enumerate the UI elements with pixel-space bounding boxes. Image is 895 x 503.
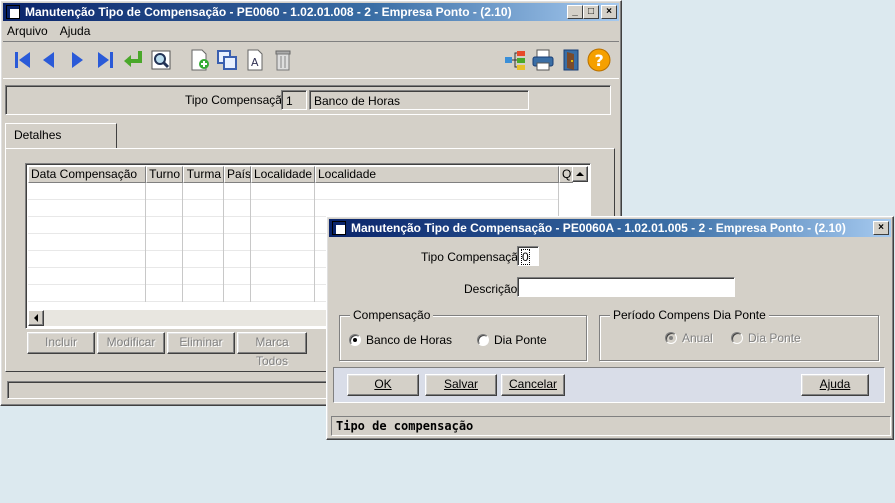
menu-arquivo[interactable]: Arquivo: [7, 24, 48, 38]
descricao-label: Descrição:: [464, 282, 521, 296]
grid-header: Data Compensação Turno Turma País Locali…: [28, 166, 573, 183]
menu-ajuda[interactable]: Ajuda: [60, 24, 91, 38]
descricao-input[interactable]: [517, 277, 735, 297]
last-record-icon[interactable]: [93, 48, 117, 72]
ajuda-button[interactable]: Ajuda: [801, 374, 869, 396]
column-pais[interactable]: País: [224, 166, 251, 183]
table-row: [28, 183, 559, 200]
radio-banco-de-horas[interactable]: Banco de Horas: [349, 333, 452, 347]
dialog-tipo-compensacao-label: Tipo Compensação:: [421, 250, 528, 264]
tipo-compensacao-code: 1: [281, 90, 307, 110]
previous-record-icon[interactable]: [37, 48, 61, 72]
marca-todos-button[interactable]: Marca Todos: [237, 332, 307, 368]
rename-icon[interactable]: A: [243, 48, 267, 72]
main-window-title: Manutenção Tipo de Compensação - PE0060 …: [25, 5, 512, 19]
tipo-value-text: 0: [521, 249, 530, 265]
help-icon[interactable]: ?: [587, 48, 611, 72]
dialog-window: Manutenção Tipo de Compensação - PE0060A…: [326, 216, 894, 440]
ajuda-label: Ajuda: [819, 377, 851, 391]
status-text: Tipo de compensação: [336, 419, 474, 433]
svg-text:?: ?: [595, 51, 604, 70]
cancelar-label: Cancelar: [508, 377, 558, 391]
radio-dia-ponte[interactable]: Dia Ponte: [477, 333, 547, 347]
modificar-button[interactable]: Modificar: [97, 332, 165, 354]
grid-scroll-left-button[interactable]: [28, 310, 44, 326]
radio-label: Anual: [682, 331, 713, 345]
grid-scroll-up-button[interactable]: [572, 166, 588, 182]
cancelar-button[interactable]: Cancelar: [501, 374, 565, 396]
next-record-icon[interactable]: [65, 48, 89, 72]
dialog-app-icon: [332, 221, 346, 235]
copy-icon[interactable]: [215, 48, 239, 72]
main-titlebar[interactable]: Manutenção Tipo de Compensação - PE0060 …: [3, 3, 619, 21]
maximize-button[interactable]: □: [583, 5, 599, 19]
tipo-compensacao-label: Tipo Compensação:: [185, 93, 292, 107]
close-button[interactable]: ×: [601, 5, 617, 19]
dialog-status-bar: Tipo de compensação: [331, 416, 891, 436]
ok-label: OK: [374, 377, 392, 391]
dialog-close-button[interactable]: ×: [873, 221, 889, 235]
column-localidade-code[interactable]: Localidade: [251, 166, 315, 183]
radio-dot: [731, 332, 743, 344]
printer-icon[interactable]: [531, 48, 555, 72]
radio-label: Banco de Horas: [366, 333, 453, 347]
return-icon[interactable]: [121, 48, 145, 72]
compensacao-group-title: Compensação: [350, 308, 434, 322]
svg-text:A: A: [251, 56, 259, 69]
app-icon: [6, 5, 20, 19]
exit-door-icon[interactable]: [559, 48, 583, 72]
dialog-window-title: Manutenção Tipo de Compensação - PE0060A…: [351, 221, 846, 235]
tree-view-icon[interactable]: [503, 48, 527, 72]
radio-label: Dia Ponte: [494, 333, 547, 347]
column-turma[interactable]: Turma: [183, 166, 224, 183]
new-document-icon[interactable]: [187, 48, 211, 72]
search-record-icon[interactable]: [149, 48, 173, 72]
tab-detalhes-label: Detalhes: [14, 128, 62, 142]
arrow-left-icon: [34, 314, 38, 322]
column-data-compensacao[interactable]: Data Compensação: [28, 166, 146, 183]
radio-label: Dia Ponte: [748, 331, 801, 345]
salvar-label: Salvar: [443, 377, 478, 391]
table-row: [28, 200, 559, 217]
trash-icon[interactable]: [271, 48, 295, 72]
tab-detalhes[interactable]: Detalhes: [5, 123, 117, 149]
ok-button[interactable]: OK: [347, 374, 419, 396]
dialog-titlebar[interactable]: Manutenção Tipo de Compensação - PE0060A…: [329, 219, 891, 237]
dialog-tipo-compensacao-input[interactable]: 0: [517, 246, 539, 266]
periodo-group-title: Período Compens Dia Ponte: [610, 308, 769, 322]
column-qt[interactable]: Qt: [559, 166, 573, 183]
salvar-button[interactable]: Salvar: [425, 374, 497, 396]
eliminar-button[interactable]: Eliminar: [167, 332, 235, 354]
menubar: Arquivo Ajuda: [3, 22, 619, 40]
tipo-compensacao-description: Banco de Horas: [309, 90, 529, 110]
first-record-icon[interactable]: [11, 48, 35, 72]
radio-periodo-dia-ponte[interactable]: Dia Ponte: [731, 331, 801, 345]
radio-dot: [477, 334, 489, 346]
column-turno[interactable]: Turno: [146, 166, 183, 183]
minimize-button[interactable]: _: [567, 5, 583, 19]
toolbar: A ?: [3, 41, 619, 79]
radio-anual[interactable]: Anual: [665, 331, 713, 345]
arrow-up-icon: [576, 172, 584, 176]
column-localidade-name[interactable]: Localidade: [315, 166, 559, 183]
incluir-button[interactable]: Incluir: [27, 332, 95, 354]
radio-dot: [665, 332, 677, 344]
radio-dot: [349, 334, 361, 346]
